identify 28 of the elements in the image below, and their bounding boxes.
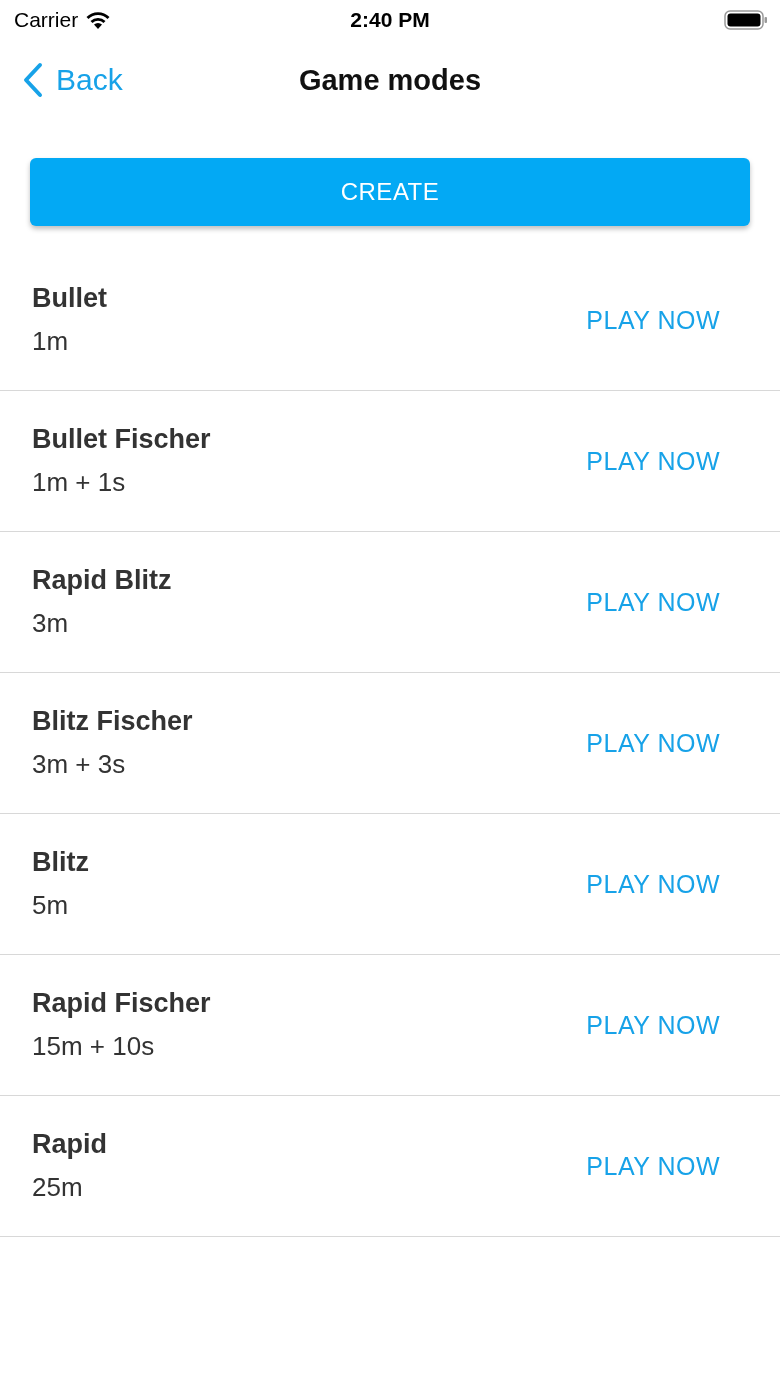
screen-title: Game modes [298, 63, 482, 97]
time-control: 3m [32, 608, 172, 639]
mode-name: Rapid [32, 1129, 107, 1160]
time-control: 15m + 10s [32, 1031, 211, 1062]
chevron-icon [22, 62, 44, 98]
play-now-button[interactable]: PLAY NOW [586, 305, 720, 335]
clock-time: 2:40 PM [350, 8, 430, 32]
play-now-button[interactable]: PLAY NOW [586, 1010, 720, 1040]
play-now-button[interactable]: PLAY NOW [586, 869, 720, 899]
play-now-button[interactable]: PLAY NOW [586, 446, 720, 476]
mode-name: Rapid Blitz [32, 565, 172, 596]
mode-name: Bullet Fischer [32, 424, 211, 455]
create-button[interactable]: CREATE [30, 158, 750, 226]
play-now-button[interactable]: PLAY NOW [586, 587, 720, 617]
back-button[interactable]: Back [0, 62, 123, 98]
mode-name: Blitz [32, 847, 89, 878]
battery-icon [724, 10, 768, 30]
time-control: 1m [32, 326, 107, 357]
carrier-label: Carrier [14, 8, 79, 32]
time-control: 3m + 3s [32, 749, 193, 780]
mode-name: Rapid Fischer [32, 988, 211, 1019]
time-control: 25m [32, 1172, 107, 1203]
play-now-button[interactable]: PLAY NOW [586, 728, 720, 758]
mode-name: Blitz Fischer [32, 706, 193, 737]
play-now-button[interactable]: PLAY NOW [586, 1151, 720, 1181]
mode-name: Bullet [32, 283, 107, 314]
time-control: 5m [32, 890, 89, 921]
time-control: 1m + 1s [32, 467, 211, 498]
